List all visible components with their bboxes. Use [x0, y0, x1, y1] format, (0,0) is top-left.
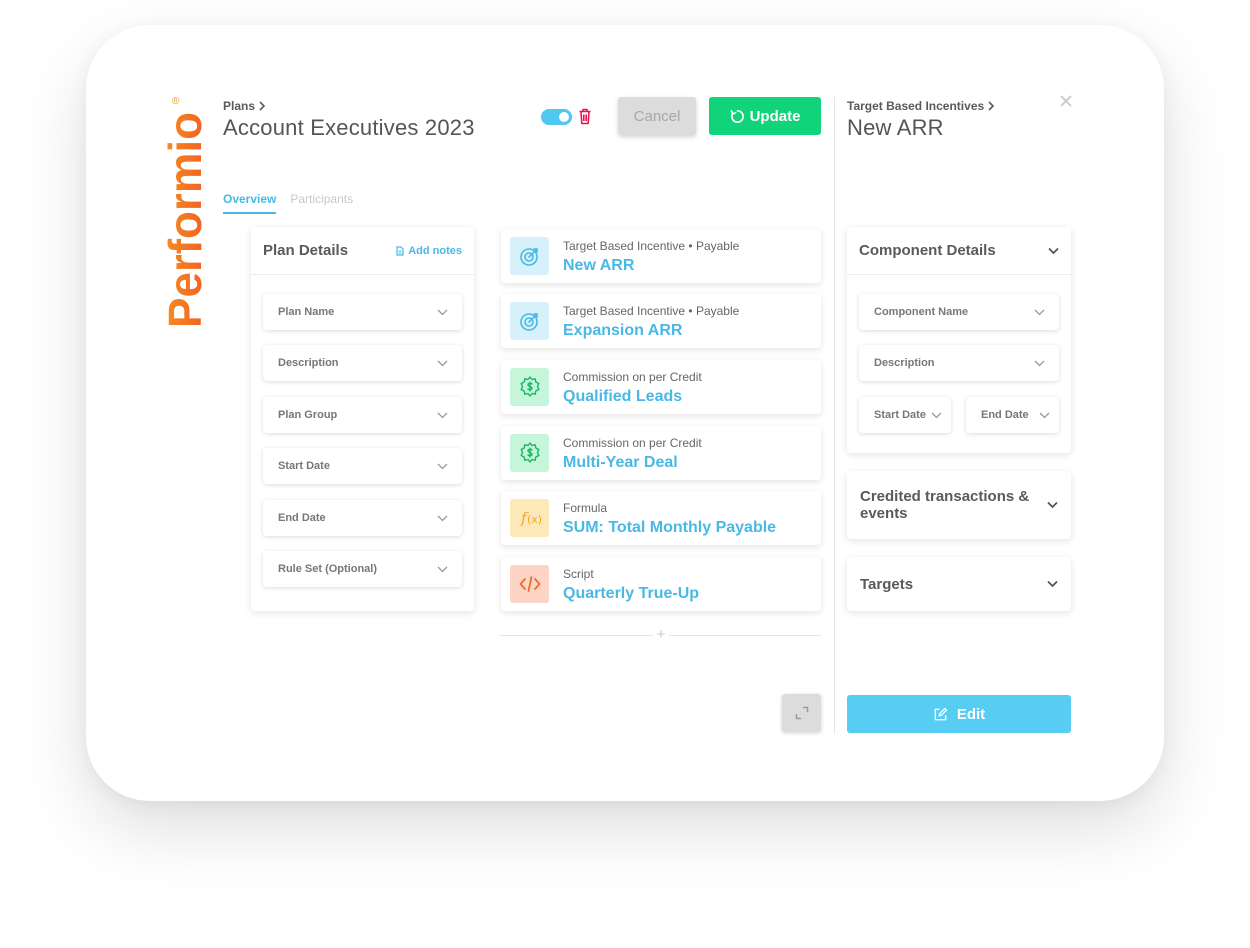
update-label: Update	[749, 107, 801, 125]
component-name: Qualified Leads	[563, 388, 683, 405]
update-button[interactable]: Update	[709, 97, 821, 135]
chevron-down-icon	[1047, 580, 1058, 588]
chevron-down-icon	[1034, 309, 1045, 315]
tab-overview[interactable]: Overview	[223, 192, 277, 214]
field-label: End Date	[981, 409, 1029, 421]
component-name: SUM: Total Monthly Payable	[563, 519, 777, 536]
chevron-down-icon	[1034, 360, 1045, 366]
svg-text:(x): (x)	[527, 513, 542, 526]
component-card[interactable]: Target Based Incentive • Payable New ARR	[501, 229, 821, 283]
credited-transactions-section[interactable]: Credited transactions & events	[847, 471, 1071, 539]
field-label: Plan Name	[278, 306, 335, 318]
component-details-header[interactable]: Component Details	[847, 227, 1071, 275]
chevron-down-icon	[437, 309, 448, 315]
breadcrumb-target-based-incentives[interactable]: Target Based Incentives	[847, 99, 984, 113]
chevron-right-icon	[988, 101, 995, 111]
section-title: Credited transactions & events	[860, 488, 1030, 522]
function-icon: f (x)	[510, 499, 549, 537]
code-icon	[510, 565, 549, 603]
chevron-down-icon	[437, 360, 448, 366]
component-card[interactable]: Script Quarterly True-Up	[501, 557, 821, 611]
description-field[interactable]: Description	[263, 345, 462, 381]
chevron-down-icon	[1039, 412, 1050, 418]
chevron-down-icon	[437, 412, 448, 418]
component-type: Commission on per Credit	[563, 436, 702, 450]
tab-bar: Overview Participants	[223, 192, 353, 214]
trash-icon[interactable]	[578, 108, 592, 125]
component-card[interactable]: Commission on per Credit Qualified Leads	[501, 360, 821, 414]
component-details-title: Component Details	[859, 242, 996, 259]
active-toggle[interactable]	[541, 109, 572, 125]
component-card[interactable]: f (x) Formula SUM: Total Monthly Payable	[501, 491, 821, 545]
component-end-date-field[interactable]: End Date	[966, 397, 1059, 433]
chevron-down-icon	[437, 463, 448, 469]
targets-section[interactable]: Targets	[847, 557, 1071, 611]
target-icon	[510, 237, 549, 275]
dollar-gear-icon	[510, 368, 549, 406]
chevron-right-icon	[259, 101, 266, 111]
add-notes-link[interactable]: Add notes	[396, 245, 462, 257]
svg-text:®: ®	[172, 96, 180, 107]
page-title: Account Executives 2023	[223, 115, 475, 140]
field-label: Rule Set (Optional)	[278, 563, 377, 575]
svg-text:Performio: Performio	[159, 112, 211, 328]
plan-group-field[interactable]: Plan Group	[263, 397, 462, 433]
component-type: Target Based Incentive • Payable	[563, 304, 740, 318]
component-description-field[interactable]: Description	[859, 345, 1059, 381]
plan-details-header: Plan Details Add notes	[251, 227, 474, 275]
cancel-button[interactable]: Cancel	[618, 97, 696, 135]
note-icon	[396, 245, 404, 256]
chevron-down-icon	[437, 515, 448, 521]
field-label: Start Date	[278, 460, 330, 472]
expand-button[interactable]	[782, 694, 821, 732]
component-card[interactable]: Commission on per Credit Multi-Year Deal	[501, 426, 821, 480]
field-label: Plan Group	[278, 409, 338, 421]
rule-set-field[interactable]: Rule Set (Optional)	[263, 551, 462, 587]
component-card[interactable]: Target Based Incentive • Payable Expansi…	[501, 294, 821, 348]
component-title: New ARR	[847, 115, 944, 140]
edit-icon	[934, 707, 948, 720]
start-date-field[interactable]: Start Date	[263, 448, 462, 484]
edit-button[interactable]: Edit	[847, 695, 1071, 733]
edit-label: Edit	[956, 705, 986, 723]
close-icon[interactable]	[1058, 93, 1074, 109]
end-date-field[interactable]: End Date	[263, 500, 462, 536]
field-label: Start Date	[874, 409, 926, 421]
component-type: Target Based Incentive • Payable	[563, 239, 740, 253]
performio-logo: Performio ®	[152, 92, 214, 332]
component-name: New ARR	[563, 257, 635, 274]
component-start-date-field[interactable]: Start Date	[859, 397, 951, 433]
chevron-down-icon	[437, 566, 448, 572]
field-label: End Date	[278, 512, 326, 524]
add-component-button[interactable]: +	[653, 627, 669, 643]
field-label: Description	[874, 357, 935, 369]
expand-icon	[795, 706, 808, 720]
component-type: Formula	[563, 501, 608, 515]
target-icon	[510, 302, 549, 340]
field-label: Description	[278, 357, 339, 369]
component-name: Quarterly True-Up	[563, 585, 700, 602]
component-name: Expansion ARR	[563, 322, 683, 339]
plan-details-title: Plan Details	[263, 242, 349, 259]
breadcrumb[interactable]: Plans	[223, 99, 266, 113]
breadcrumb-plans[interactable]: Plans	[223, 99, 255, 113]
chevron-down-icon	[1047, 501, 1058, 509]
component-name: Multi-Year Deal	[563, 454, 678, 471]
section-title: Targets	[860, 575, 914, 593]
chevron-down-icon	[1048, 247, 1059, 254]
right-breadcrumb[interactable]: Target Based Incentives	[847, 99, 995, 113]
plan-name-field[interactable]: Plan Name	[263, 294, 462, 330]
dollar-gear-icon	[510, 434, 549, 472]
refresh-icon	[730, 109, 744, 123]
component-type: Script	[563, 567, 594, 581]
field-label: Component Name	[874, 306, 969, 318]
component-name-field[interactable]: Component Name	[859, 294, 1059, 330]
chevron-down-icon	[931, 412, 942, 418]
component-type: Commission on per Credit	[563, 370, 702, 384]
panel-divider	[834, 97, 835, 734]
add-notes-label: Add notes	[408, 244, 462, 257]
tab-participants[interactable]: Participants	[290, 192, 353, 214]
